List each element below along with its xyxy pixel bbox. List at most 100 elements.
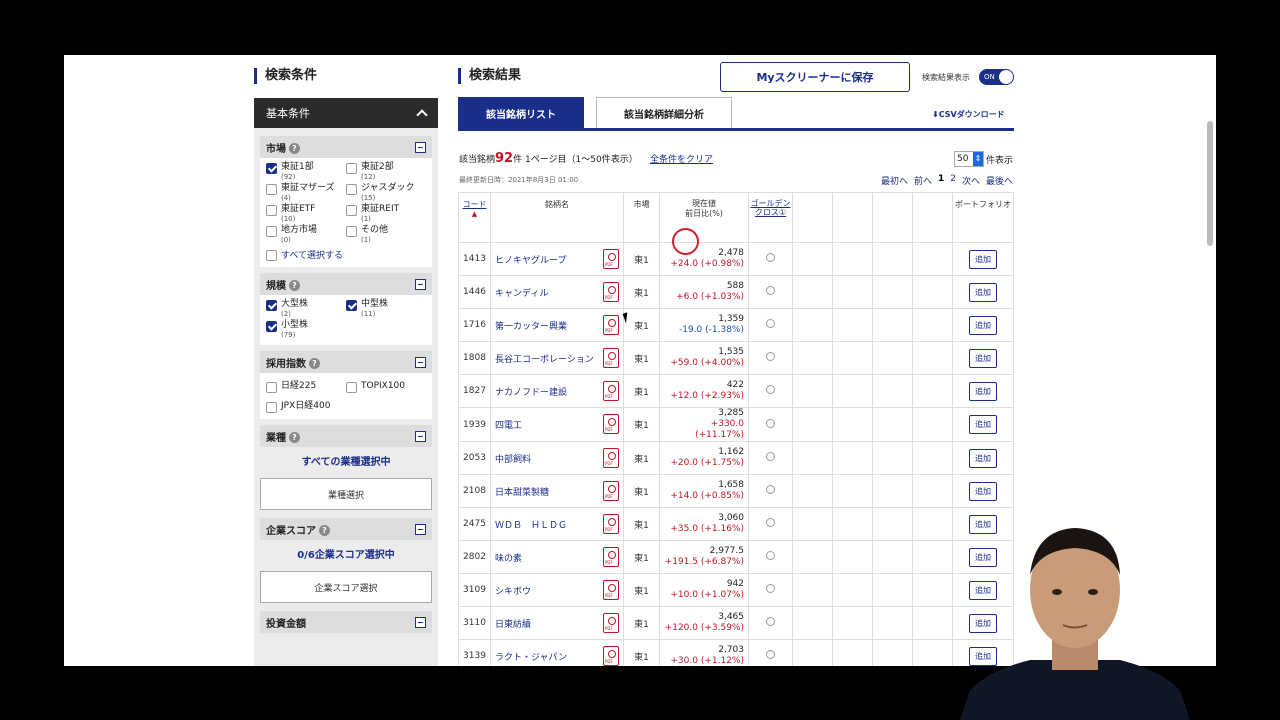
market-checkbox-item[interactable]: 東証ETF (10) xyxy=(266,204,346,223)
stock-name-link[interactable]: ヒノキヤグループ xyxy=(495,256,566,266)
checkbox-checked[interactable] xyxy=(266,321,277,332)
market-checkbox-item[interactable]: 東証1部 (92) xyxy=(266,162,346,181)
stock-name-link[interactable]: キャンディル xyxy=(495,289,548,299)
collapse-icon[interactable] xyxy=(415,430,426,442)
pdf-icon[interactable] xyxy=(603,249,619,269)
pdf-icon[interactable] xyxy=(603,613,619,633)
checkbox[interactable] xyxy=(266,184,277,195)
scale-checkbox-item[interactable]: 中型株 (11) xyxy=(346,299,426,318)
clear-conditions-link[interactable]: 全条件をクリア xyxy=(650,152,713,165)
pdf-icon[interactable] xyxy=(603,481,619,501)
collapse-icon[interactable] xyxy=(415,278,426,290)
header-gc-label[interactable]: ゴールデンクロス① xyxy=(749,199,792,217)
scale-checkbox-item[interactable]: 大型株 (2) xyxy=(266,299,346,318)
market-checkbox-item[interactable]: 東証2部 (12) xyxy=(346,162,426,181)
checkbox-checked[interactable] xyxy=(346,300,357,311)
market-checkbox-item[interactable]: ジャスダック (15) xyxy=(346,183,426,202)
pager-page-2[interactable]: 2 xyxy=(950,174,956,187)
pdf-icon[interactable] xyxy=(603,514,619,534)
pdf-icon[interactable] xyxy=(603,348,619,368)
checkbox-checked[interactable] xyxy=(266,300,277,311)
stock-name-link[interactable]: 四電工 xyxy=(495,421,522,431)
scale-checkbox-item[interactable]: 小型株 (79) xyxy=(266,320,346,339)
add-portfolio-button[interactable]: 追加 xyxy=(969,481,997,501)
select-all-markets[interactable]: すべて選択する xyxy=(266,248,426,261)
stock-name-link[interactable]: 味の素 xyxy=(495,554,522,564)
stock-name-link[interactable]: 日本甜菜製糖 xyxy=(495,488,549,498)
tab-detail-analysis[interactable]: 該当銘柄詳細分析 xyxy=(596,97,732,129)
price-value: 1,535 xyxy=(718,347,744,357)
checkbox[interactable] xyxy=(266,205,277,216)
score-select-button[interactable]: 企業スコア選択 xyxy=(260,571,432,603)
add-portfolio-button[interactable]: 追加 xyxy=(969,381,997,401)
add-portfolio-button[interactable]: 追加 xyxy=(969,315,997,335)
index-checkbox-item[interactable]: 日経225 xyxy=(266,381,346,393)
basic-conditions-header[interactable]: 基本条件 xyxy=(254,98,438,128)
index-checkbox-item[interactable]: TOPIX100 xyxy=(346,381,426,393)
checkbox-checked[interactable] xyxy=(266,163,277,174)
help-icon[interactable]: ? xyxy=(309,358,320,369)
header-golden-cross[interactable]: ゴールデンクロス① xyxy=(748,192,793,243)
checkbox[interactable] xyxy=(266,382,277,393)
help-icon[interactable]: ? xyxy=(289,280,300,291)
add-portfolio-button[interactable]: 追加 xyxy=(969,282,997,302)
pdf-icon[interactable] xyxy=(603,547,619,567)
header-code[interactable]: コード ▲ xyxy=(458,192,491,243)
tab-stock-list[interactable]: 該当銘柄リスト xyxy=(458,97,584,129)
pager-last[interactable]: 最後へ xyxy=(986,174,1013,187)
help-icon[interactable]: ? xyxy=(319,525,330,536)
checkbox[interactable] xyxy=(346,382,357,393)
stock-name-link[interactable]: 第一カッター興業 xyxy=(495,322,567,332)
add-portfolio-button[interactable]: 追加 xyxy=(969,348,997,368)
collapse-icon[interactable] xyxy=(415,523,426,535)
pager-first[interactable]: 最初へ xyxy=(881,174,908,187)
checkbox[interactable] xyxy=(346,226,357,237)
add-portfolio-button[interactable]: 追加 xyxy=(969,448,997,468)
results-toggle[interactable]: ON xyxy=(979,69,1014,85)
checkbox[interactable] xyxy=(346,184,357,195)
header-code-label[interactable]: コード xyxy=(463,200,487,209)
checkbox[interactable] xyxy=(346,205,357,216)
scrollbar[interactable] xyxy=(1207,121,1213,246)
save-screener-button[interactable]: Myスクリーナーに保存 xyxy=(720,62,910,92)
pdf-icon[interactable] xyxy=(603,414,619,434)
stock-name-link[interactable]: ナカノフドー建設 xyxy=(495,388,567,398)
checkbox[interactable] xyxy=(266,226,277,237)
collapse-icon[interactable] xyxy=(415,356,426,368)
pdf-icon[interactable] xyxy=(603,646,619,666)
pager-prev[interactable]: 前へ xyxy=(914,174,932,187)
stock-name-link[interactable]: シキボウ xyxy=(495,587,531,597)
market-checkbox-item[interactable]: その他 (1) xyxy=(346,225,426,244)
stock-name-link[interactable]: 長谷工コーポレーション xyxy=(495,355,594,365)
chevron-up-icon[interactable] xyxy=(416,109,428,121)
per-page-select[interactable]: 50 xyxy=(954,151,984,167)
collapse-icon[interactable] xyxy=(415,616,426,628)
add-portfolio-button[interactable]: 追加 xyxy=(969,249,997,269)
collapse-icon[interactable] xyxy=(415,141,426,153)
industry-select-button[interactable]: 業種選択 xyxy=(260,478,432,510)
csv-download-link[interactable]: ⬇CSVダウンロード xyxy=(932,109,1005,120)
pager-next[interactable]: 次へ xyxy=(962,174,980,187)
price-change: +59.0 (+4.00%) xyxy=(670,358,744,368)
pdf-icon[interactable] xyxy=(603,580,619,600)
market-checkbox-item[interactable]: 東証REIT (1) xyxy=(346,204,426,223)
stock-name-link[interactable]: ラクト・ジャパン xyxy=(495,653,567,663)
checkbox-count: (12) xyxy=(361,173,376,181)
stock-name-link[interactable]: 日東紡績 xyxy=(495,620,531,630)
market-checkbox-item[interactable]: 東証マザーズ (4) xyxy=(266,183,346,202)
help-icon[interactable]: ? xyxy=(289,143,300,154)
pdf-icon[interactable] xyxy=(603,448,619,468)
checkbox[interactable] xyxy=(346,163,357,174)
pdf-icon[interactable] xyxy=(603,282,619,302)
pdf-icon[interactable] xyxy=(603,315,619,335)
stock-name-link[interactable]: ＷＤＢ ＨＬＤＧ xyxy=(495,521,567,531)
add-portfolio-button[interactable]: 追加 xyxy=(969,415,997,434)
checkbox[interactable] xyxy=(266,249,277,261)
index-checkbox-item[interactable]: JPX日経400 xyxy=(266,401,346,413)
pdf-icon[interactable] xyxy=(603,381,619,401)
checkbox[interactable] xyxy=(266,402,277,413)
stock-name-link[interactable]: 中部飼料 xyxy=(495,455,531,465)
help-icon[interactable]: ? xyxy=(289,432,300,443)
market-checkbox-item[interactable]: 地方市場 (0) xyxy=(266,225,346,244)
market-section-header: 市場? xyxy=(260,136,432,158)
